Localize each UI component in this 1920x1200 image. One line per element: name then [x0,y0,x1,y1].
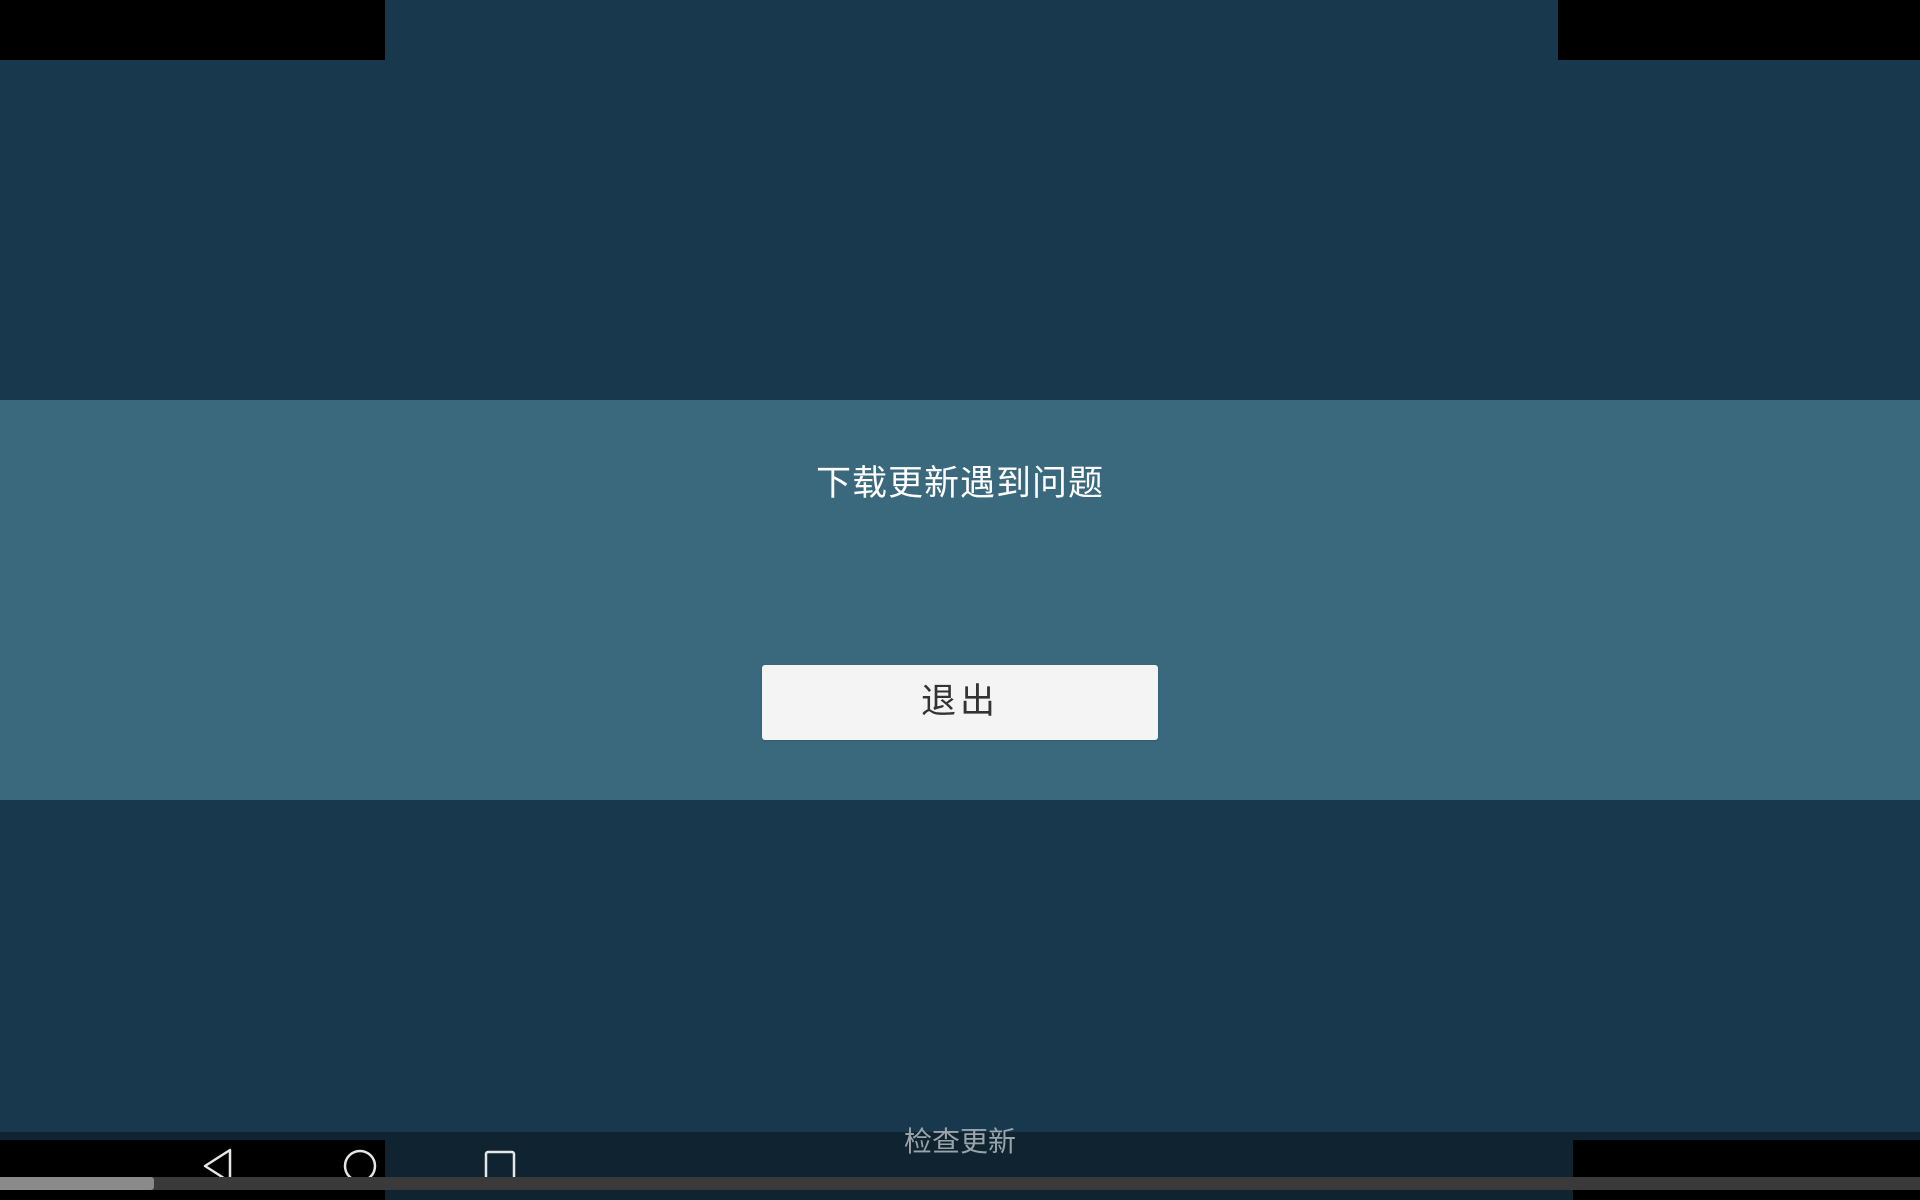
download-progress-bar [0,1177,1920,1190]
download-progress-fill [0,1177,154,1190]
dialog-message: 下载更新遇到问题 [815,464,1104,504]
check-update-label[interactable]: 检查更新 [0,1122,1920,1162]
top-left-black-area [0,0,385,60]
top-right-black-area [1558,0,1920,60]
exit-button[interactable]: 退出 [762,665,1158,740]
app-screen: 下载更新遇到问题 退出 检查更新 [0,0,1920,1200]
